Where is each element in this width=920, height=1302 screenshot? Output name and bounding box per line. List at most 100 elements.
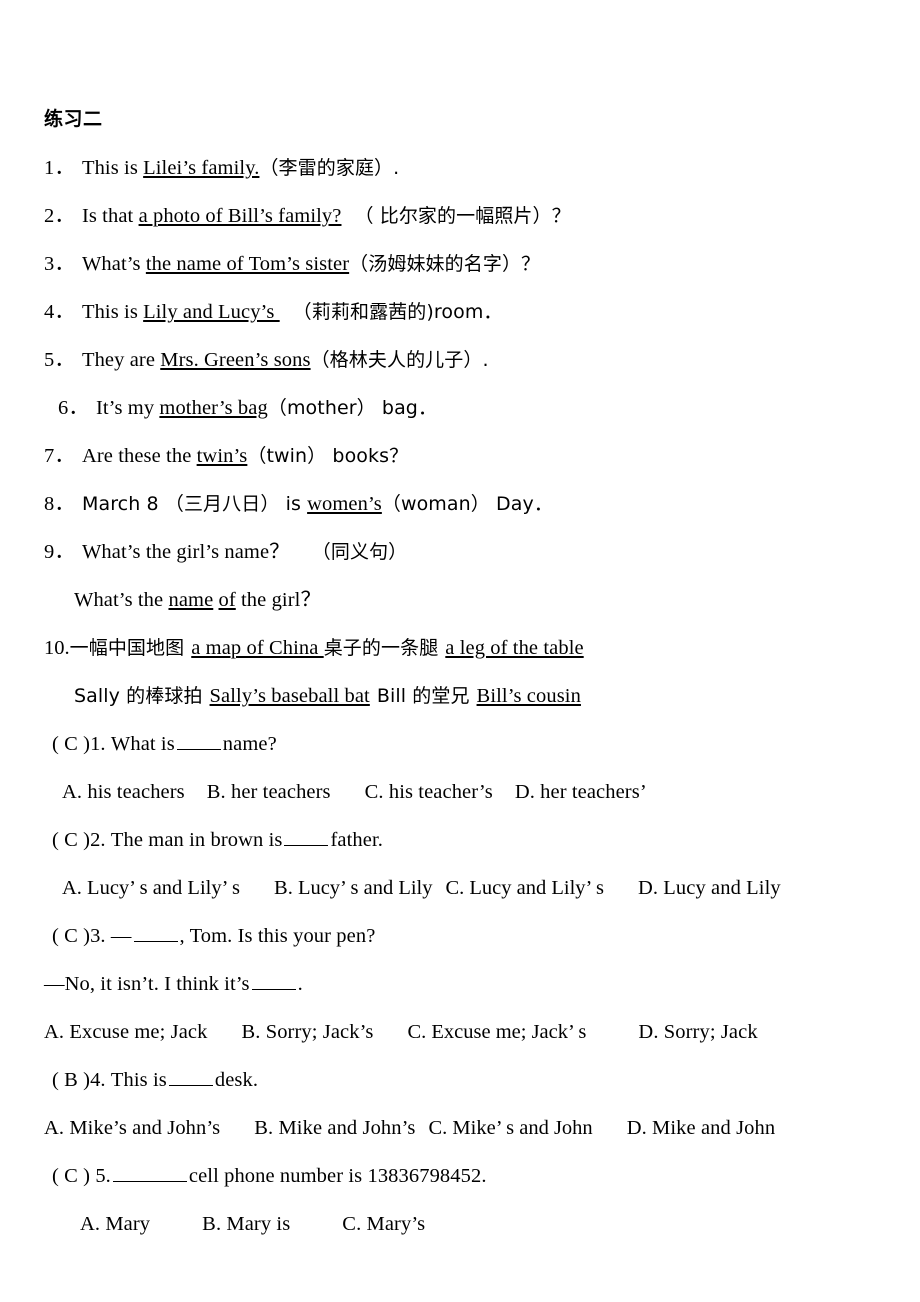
- item-1-post: （李雷的家庭）.: [259, 157, 400, 179]
- item-1-number: 1．: [44, 157, 75, 179]
- item-8-answer: women’s: [307, 493, 382, 515]
- exercise-item-3: 3． What’s the name of Tom’s sister（汤姆妹妹的名…: [44, 240, 900, 288]
- mc-4-option-d[interactable]: D. Mike and John: [627, 1117, 776, 1139]
- mc-5-blank[interactable]: [112, 1162, 187, 1182]
- mc-3-option-a[interactable]: A. Excuse me; Jack: [44, 1021, 207, 1043]
- mc-1-blank[interactable]: [176, 730, 221, 750]
- page-title: 练习二: [44, 109, 103, 130]
- item-2-pre: Is that: [81, 205, 139, 227]
- item-9b-pre: What’s the: [74, 589, 169, 611]
- exercise-item-8: 8． March 8 （三月八日） is women’s（woman） Day．: [44, 480, 900, 528]
- item-10b-en-2: Bill’s cousin: [476, 685, 581, 707]
- mc-5-stem-post: cell phone number is 13836798452.: [188, 1165, 487, 1187]
- exercise-item-9: 9． What’s the girl’s name？ （同义句）: [44, 528, 900, 576]
- mc-2-stem-pre: The man in brown is: [110, 829, 283, 851]
- item-2-number: 2．: [44, 205, 75, 227]
- mc-1-number: 1.: [90, 733, 106, 755]
- item-8-post: （woman） Day．: [381, 493, 553, 515]
- item-5-number: 5．: [44, 349, 75, 371]
- exercise-item-4: 4． This is Lily and Lucy’s （莉莉和露茜的)room．: [44, 288, 900, 336]
- item-5-post: （格林夫人的儿子）.: [310, 349, 489, 371]
- item-10b-cn-2: Bill 的堂兄: [376, 685, 470, 707]
- item-3-pre: What’s: [81, 253, 146, 275]
- item-2-answer: a photo of Bill’s family?: [138, 205, 342, 227]
- item-6-answer: mother’s bag: [159, 397, 268, 419]
- exercise-item-6: 6． It’s my mother’s bag（mother） bag．: [44, 384, 900, 432]
- item-9b-post: the girl？: [235, 589, 322, 611]
- exercise-item-5: 5． They are Mrs. Green’s sons（格林夫人的儿子）.: [44, 336, 900, 384]
- mc-5-answer-mark: ( C ): [52, 1165, 91, 1187]
- item-9b-answer-2: of: [218, 589, 236, 611]
- mc-question-2-options: A. Lucy’ s and Lily’ s B. Lucy’ s and Lil…: [44, 864, 900, 912]
- mc-1-option-b[interactable]: B. her teachers: [207, 781, 331, 803]
- mc-2-option-d[interactable]: D. Lucy and Lily: [638, 877, 781, 899]
- item-10b-cn-1: Sally 的棒球拍: [74, 685, 203, 707]
- mc-3-answer-mark: ( C ): [52, 925, 91, 947]
- mc-2-option-c[interactable]: C. Lucy and Lily’ s: [445, 877, 603, 899]
- mc-question-3-response-line: —No, it isn’t. I think it’s.: [44, 960, 900, 1008]
- mc-1-option-c[interactable]: C. his teacher’s: [365, 781, 493, 803]
- mc-2-blank[interactable]: [284, 826, 329, 846]
- mc-3-number: 3.: [90, 925, 106, 947]
- document-page: 练习二 1． This is Lilei’s family.（李雷的家庭）. 2．…: [0, 0, 920, 1302]
- mc-2-number: 2.: [90, 829, 106, 851]
- mc-3-option-d[interactable]: D. Sorry; Jack: [638, 1021, 757, 1043]
- exercise-item-7: 7． Are these the twin’s（twin） books？: [44, 432, 900, 480]
- mc-3-stem-line2: —No, it isn’t. I think it’s: [44, 973, 250, 995]
- item-9-number: 9．: [44, 541, 75, 563]
- item-8-number: 8．: [44, 493, 75, 515]
- item-7-number: 7．: [44, 445, 75, 467]
- mc-2-stem-post: father.: [330, 829, 383, 851]
- mc-question-3: ( C )3. — , Tom. Is this your pen?: [44, 912, 900, 960]
- item-7-pre: Are these the: [81, 445, 197, 467]
- mc-question-4: ( B )4. This is desk.: [44, 1056, 900, 1104]
- mc-question-2: ( C )2. The man in brown is father.: [44, 816, 900, 864]
- exercise-item-10-second-line: Sally 的棒球拍 Sally’s baseball bat Bill 的堂兄 Bi…: [44, 672, 900, 720]
- mc-3-stem-post: , Tom. Is this your pen?: [179, 925, 376, 947]
- mc-3-blank-2[interactable]: [251, 970, 296, 990]
- mc-3-option-b[interactable]: B. Sorry; Jack’s: [241, 1021, 373, 1043]
- mc-1-stem-pre: What is: [110, 733, 175, 755]
- document-content: 练习二 1． This is Lilei’s family.（李雷的家庭）. 2．…: [44, 0, 900, 1248]
- mc-2-option-a[interactable]: A. Lucy’ s and Lily’ s: [62, 877, 240, 899]
- item-6-number: 6．: [58, 397, 89, 419]
- mc-3-option-c[interactable]: C. Excuse me; Jack’ s: [407, 1021, 586, 1043]
- mc-4-answer-mark: ( B ): [52, 1069, 91, 1091]
- mc-4-option-c[interactable]: C. Mike’ s and John: [429, 1117, 593, 1139]
- item-10b-en-1: Sally’s baseball bat: [209, 685, 370, 707]
- item-3-number: 3．: [44, 253, 75, 275]
- item-4-answer: Lily and Lucy’s: [143, 301, 280, 323]
- item-5-answer: Mrs. Green’s sons: [160, 349, 311, 371]
- mc-3-stem-line2-post: .: [297, 973, 303, 995]
- mc-1-option-d[interactable]: D. her teachers’: [515, 781, 647, 803]
- item-6-post: （mother） bag．: [267, 397, 438, 419]
- mc-1-stem-post: name?: [222, 733, 277, 755]
- mc-4-blank[interactable]: [168, 1066, 213, 1086]
- mc-2-answer-mark: ( C ): [52, 829, 91, 851]
- item-10-cn-1: 一幅中国地图: [69, 637, 185, 659]
- mc-3-blank[interactable]: [133, 922, 178, 942]
- mc-question-1: ( C )1. What is name?: [44, 720, 900, 768]
- mc-5-option-b[interactable]: B. Mary is: [202, 1213, 290, 1235]
- item-1-pre: This is: [81, 157, 144, 179]
- mc-3-em-dash: —: [110, 925, 132, 947]
- mc-question-3-options: A. Excuse me; Jack B. Sorry; Jack’s C. Exc…: [44, 1008, 900, 1056]
- mc-4-option-a[interactable]: A. Mike’s and John’s: [44, 1117, 220, 1139]
- mc-5-option-a[interactable]: A. Mary: [80, 1213, 150, 1235]
- item-7-answer: twin’s: [196, 445, 248, 467]
- mc-2-option-b[interactable]: B. Lucy’ s and Lily: [274, 877, 432, 899]
- exercise-item-10: 10.一幅中国地图 a map of China 桌子的一条腿 a leg of t…: [44, 624, 900, 672]
- item-9b-answer-1: name: [168, 589, 214, 611]
- mc-1-option-a[interactable]: A. his teachers: [62, 781, 185, 803]
- mc-4-stem-post: desk.: [214, 1069, 259, 1091]
- exercise-item-9-answer-line: What’s the name of the girl？: [44, 576, 900, 624]
- mc-4-number: 4.: [90, 1069, 106, 1091]
- mc-question-4-options: A. Mike’s and John’s B. Mike and John’s C.…: [44, 1104, 900, 1152]
- item-10-cn-2: 桌子的一条腿: [323, 637, 439, 659]
- item-9-pre: What’s the girl’s name？: [81, 541, 290, 563]
- mc-4-option-b[interactable]: B. Mike and John’s: [254, 1117, 415, 1139]
- mc-4-stem-pre: This is: [110, 1069, 167, 1091]
- mc-5-option-c[interactable]: C. Mary’s: [342, 1213, 425, 1235]
- item-10-number: 10.: [44, 637, 70, 659]
- exercise-item-2: 2． Is that a photo of Bill’s family? （ 比尔家…: [44, 192, 900, 240]
